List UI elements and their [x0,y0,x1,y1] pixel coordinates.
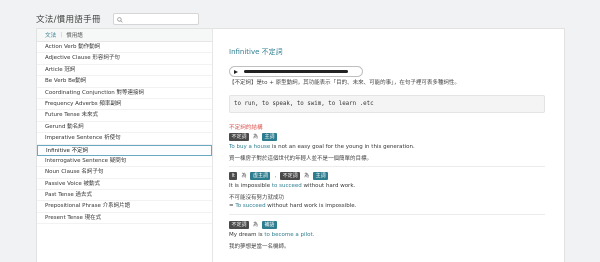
tag-complement: 補語 [262,221,278,229]
alternate-suffix: without hard work is impossible. [265,203,357,209]
example-code-box: to run, to speak, to swim, to learn .etc [229,95,545,113]
tag-as: 為 [253,134,259,140]
sidebar: 文法 | 慣用語 Action Verb 動作動詞 Adjective Clau… [37,29,213,262]
tag-subject: 主詞 [313,172,329,180]
example-code-text: to run, to speak, to swim, to learn .etc [234,101,374,107]
tag-separator: , [274,173,277,179]
tag-it: It [229,172,238,180]
main-panel: 文法 | 慣用語 Action Verb 動作動詞 Adjective Clau… [36,28,565,262]
divider [229,214,545,215]
sidebar-item-adjective-clause[interactable]: Adjective Clause 形容詞子句 [37,53,212,65]
sidebar-item-future-tense[interactable]: Future Tense 未來式 [37,110,212,122]
tag-infinitive: 不定詞 [229,133,250,141]
tab-separator: | [60,32,63,38]
divider [229,166,545,167]
example-sentence: It is impossible to succeed without hard… [229,183,355,189]
pattern-tags: 不定詞 為 補語 [229,221,280,229]
example-prefix: It is impossible [229,183,272,189]
example-alternate: = To succeed without hard work is imposs… [229,203,356,209]
sidebar-item-interrogative-sentence[interactable]: Interrogative Sentence 疑問句 [37,156,212,168]
description-text: 【不定詞】是to + 原型動詞，其功能表示「目的、未來、可能的事」，在句子裡可表… [229,80,460,86]
play-icon[interactable] [234,69,238,74]
example-sentence: To buy a house is not an easy goal for t… [229,144,415,150]
sidebar-item-noun-clause[interactable]: Noun Clause 名詞子句 [37,167,212,179]
example-translation: 不可能沒有努力就成功 [229,195,285,201]
tag-as: 為 [253,222,259,228]
pattern-tags: It 為 虛主詞 , 不定詞 為 主詞 [229,172,331,180]
search-box[interactable] [112,13,199,33]
search-icon [116,16,123,23]
tag-dummy-subject: 虛主詞 [250,172,271,180]
sidebar-item-prepositional-phrase[interactable]: Prepositional Phrase 介系詞片語 [37,201,212,213]
tag-infinitive: 不定詞 [280,172,301,180]
section-title: 不定詞的結構 [229,125,263,131]
audio-progress-fill [244,70,348,73]
sidebar-item-passive-voice[interactable]: Passive Voice 被動式 [37,179,212,191]
sidebar-item-coordinating-conjunction[interactable]: Coordinating Conjunction 對等連接詞 [37,88,212,99]
tab-idioms[interactable]: 慣用語 [66,31,83,39]
example-prefix: My dream is [229,232,265,238]
alternate-highlight: To succeed [235,203,266,209]
example-sentence: My dream is to become a pilot. [229,232,314,238]
sidebar-item-infinitive[interactable]: Infinitive 不定詞 [37,144,212,156]
tag-infinitive: 不定詞 [229,221,250,229]
example-highlight: to succeed [271,183,302,189]
audio-player[interactable] [229,66,363,77]
sidebar-item-action-verb[interactable]: Action Verb 動作動詞 [37,42,212,54]
tag-as: 為 [304,173,310,179]
sidebar-item-past-tense[interactable]: Past Tense 過去式 [37,190,212,202]
app-title: 文法/慣用語手冊 [36,15,101,25]
example-highlight: to become a pilot. [264,232,315,238]
sidebar-list: Action Verb 動作動詞 Adjective Clause 形容詞子句 … [37,42,212,225]
sidebar-item-be-verb[interactable]: Be Verb Be動詞 [37,76,212,88]
top-bar: 文法/慣用語手冊 [36,11,199,33]
sidebar-item-imperative-sentence[interactable]: Imperative Sentence 祈使句 [37,133,212,145]
sidebar-item-article[interactable]: Article 冠詞 [37,65,212,77]
sidebar-item-frequency-adverbs[interactable]: Frequency Adverbs 頻率副詞 [37,99,212,111]
content-area: Infinitive 不定詞 【不定詞】是to + 原型動詞，其功能表示「目的、… [229,29,559,262]
sidebar-tabs: 文法 | 慣用語 [37,29,212,42]
tag-subject: 主詞 [262,133,278,141]
page-title: Infinitive 不定詞 [229,48,283,56]
tag-as: 為 [241,173,247,179]
pattern-tags: 不定詞 為 主詞 [229,133,280,141]
example-suffix: without hard work. [301,183,356,189]
example-highlight: To buy a house [229,144,271,150]
audio-progress-track[interactable] [244,70,348,73]
example-translation: 我的夢想是當一名機師。 [229,244,290,250]
tab-grammar[interactable]: 文法 [45,31,56,39]
example-translation: 買一棟房子對於這個世代的年輕人並不是一個簡單的目標。 [229,156,373,162]
sidebar-item-present-tense[interactable]: Present Tense 現在式 [37,213,212,225]
sidebar-item-gerund[interactable]: Gerund 動名詞 [37,122,212,134]
example-suffix: is not an easy goal for the young in thi… [270,144,415,150]
